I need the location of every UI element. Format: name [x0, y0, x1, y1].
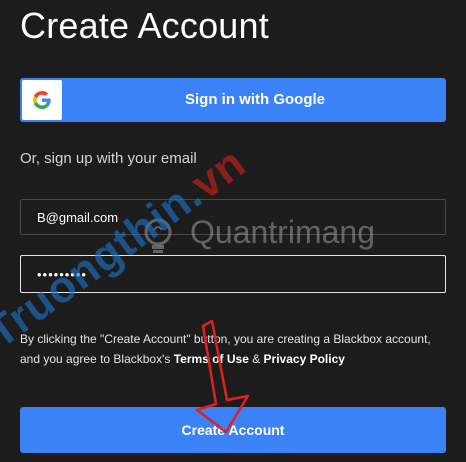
email-signup-divider-text: Or, sign up with your email [20, 150, 197, 167]
terms-and-text: & [248, 352, 264, 366]
terms-of-use-link[interactable]: Terms of Use [174, 352, 249, 366]
create-account-button[interactable]: Create Account [20, 407, 446, 453]
privacy-policy-link[interactable]: Privacy Policy [264, 352, 345, 366]
google-sign-in-label: Sign in with Google [185, 91, 325, 108]
create-account-page: Create Account Sign in with Google Or, s… [0, 0, 466, 462]
truongthin-watermark: Truongthin.vn [0, 138, 255, 358]
google-logo-container [22, 80, 62, 120]
google-sign-in-button[interactable]: Sign in with Google [20, 78, 446, 122]
google-g-icon [33, 91, 51, 109]
email-field[interactable] [20, 199, 446, 235]
password-field[interactable] [20, 255, 446, 293]
page-title: Create Account [20, 5, 269, 46]
terms-notice: By clicking the "Create Account" button,… [20, 329, 450, 369]
